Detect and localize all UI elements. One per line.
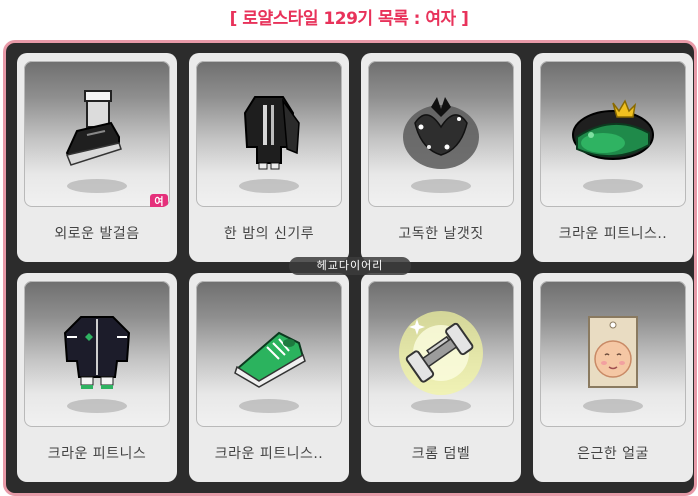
watermark-label: 헤교다이어리 (289, 257, 411, 275)
sneaker-icon (234, 331, 306, 388)
item-name: 외로운 발걸음 (54, 226, 140, 242)
item-art (540, 61, 686, 207)
item-card[interactable]: 크라운 피트니스.. (533, 53, 693, 262)
item-card[interactable]: 한 밤의 신기루 (189, 53, 349, 262)
item-name: 크라운 피트니스.. (558, 226, 668, 242)
item-art (368, 61, 514, 207)
outfit-icon (243, 96, 300, 170)
wings-icon (403, 97, 479, 169)
item-card[interactable]: 고독한 날갯짓 (361, 53, 521, 262)
item-name: 고독한 날갯짓 (398, 226, 484, 242)
face-icon (588, 316, 638, 388)
jacket-icon (63, 316, 131, 389)
page-title: [ 로얄스타일 129기 목록 : 여자 ] (229, 9, 469, 29)
item-card[interactable]: 크롬 덤벨 (361, 273, 521, 482)
item-art (196, 281, 342, 427)
item-name: 은근한 얼굴 (577, 446, 649, 462)
female-badge: 여 (150, 194, 168, 207)
item-name: 크라운 피트니스.. (214, 446, 324, 462)
item-name: 한 밤의 신기루 (223, 226, 315, 242)
dumbbell-icon (399, 311, 483, 395)
item-card[interactable]: 여 외로운 발걸음 (17, 53, 177, 262)
item-art: 여 (24, 61, 170, 207)
item-list-frame: 여 외로운 발걸음 한 밤의 신기루 고독한 날갯짓 크라운 피트니스.. 크라… (3, 40, 697, 496)
item-name: 크롬 덤벨 (411, 446, 471, 462)
shoe-icon (65, 90, 122, 166)
item-name: 크라운 피트니스 (47, 446, 147, 462)
item-art (540, 281, 686, 427)
item-art (24, 281, 170, 427)
item-art (196, 61, 342, 207)
item-card[interactable]: 크라운 피트니스.. (189, 273, 349, 482)
cap-icon (572, 99, 654, 160)
item-card[interactable]: 크라운 피트니스 (17, 273, 177, 482)
item-art (368, 281, 514, 427)
item-card[interactable]: 은근한 얼굴 (533, 273, 693, 482)
